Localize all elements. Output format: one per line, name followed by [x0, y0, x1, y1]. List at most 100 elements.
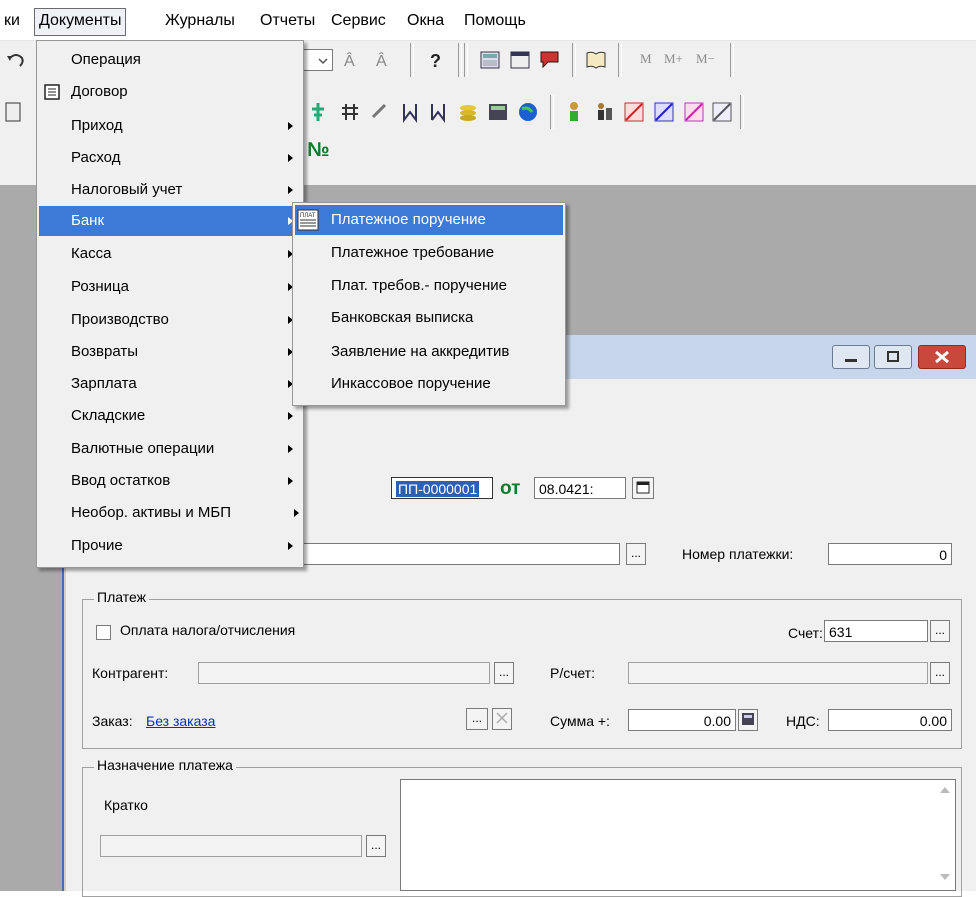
menu-item-help[interactable]: Помощь [460, 8, 530, 34]
menu-production[interactable]: Производство [39, 305, 301, 335]
menu-bar: ки Документы Журналы Отчеты Сервис Окна … [0, 0, 976, 41]
from-label: от [500, 478, 521, 499]
menu-bank[interactable]: Банк [39, 206, 301, 236]
close-icon [496, 712, 508, 724]
sum-label: Сумма +: [550, 713, 610, 729]
link-icon[interactable] [368, 100, 392, 124]
undo-icon[interactable] [4, 48, 28, 72]
brief-ellipsis[interactable]: ... [366, 835, 386, 857]
tree-icon[interactable] [306, 100, 330, 124]
branch-in-icon[interactable] [398, 100, 422, 124]
tax-payment-label: Оплата налога/отчисления [120, 622, 296, 638]
person-icon[interactable] [562, 100, 586, 124]
menu-item-reports[interactable]: Отчеты [256, 8, 319, 34]
menu-currency-operations[interactable]: Валютные операции [39, 434, 301, 464]
counterparty-ellipsis[interactable]: ... [494, 662, 514, 684]
document-number-field[interactable]: ПП-0000001 [391, 477, 493, 499]
menu-salary[interactable]: Зарплата [39, 369, 301, 399]
account-field[interactable]: 631 [824, 620, 928, 642]
payment-number-field[interactable]: 0 [828, 543, 952, 565]
menu-tax-accounting[interactable]: Налоговый учет [39, 175, 301, 205]
menu-income[interactable]: Приход [39, 111, 301, 141]
sum-field[interactable]: 0.00 [628, 709, 736, 731]
submenu-arrow-icon [288, 154, 293, 162]
toolbar-combo[interactable] [303, 49, 333, 71]
menu-item-documents[interactable]: Документы [34, 8, 127, 36]
globe-icon[interactable] [516, 100, 540, 124]
menu-returns[interactable]: Возвраты [39, 337, 301, 367]
grid-icon[interactable] [338, 100, 362, 124]
sum-calculator-button[interactable] [738, 709, 758, 731]
toolbar-separator [458, 43, 462, 77]
order-ellipsis[interactable]: ... [466, 708, 488, 730]
menu-opening-balances[interactable]: Ввод остатков [39, 466, 301, 496]
menu-retail[interactable]: Розница [39, 272, 301, 302]
date-picker-button[interactable] [632, 477, 654, 499]
restore-button[interactable] [874, 345, 912, 369]
svg-text:?: ? [430, 51, 441, 71]
menu-item-journals[interactable]: Журналы [161, 8, 239, 34]
menu-non-current-assets[interactable]: Необор. активы и МБП [39, 498, 301, 528]
top-select-ellipsis[interactable]: ... [626, 543, 646, 565]
menu-warehouse[interactable]: Складские [39, 401, 301, 431]
cash-register-icon[interactable] [486, 100, 510, 124]
book-icon[interactable] [584, 48, 608, 72]
purpose-group-label: Назначение платежа [94, 757, 236, 773]
doc-icon[interactable] [2, 100, 26, 124]
submenu-bank-statement[interactable]: Банковская выписка [295, 303, 563, 333]
order-link[interactable]: Без заказа [146, 713, 215, 729]
chart-a-icon[interactable] [622, 100, 646, 124]
calculator-icon[interactable] [478, 48, 502, 72]
menu-contract[interactable]: Договор [39, 77, 301, 107]
menu-item-partial[interactable]: ки [0, 8, 24, 34]
menu-other[interactable]: Прочие [39, 531, 301, 561]
chart-b-icon[interactable] [652, 100, 676, 124]
submenu-collection-order[interactable]: Инкассовое поручение [295, 369, 563, 399]
help-icon[interactable]: ? [424, 48, 448, 72]
toolbar-separator [464, 43, 468, 77]
chevron-down-icon [318, 58, 328, 65]
account-label: Счет: [788, 625, 823, 641]
window-controls [832, 345, 968, 369]
chat-icon[interactable] [538, 48, 562, 72]
menu-expense[interactable]: Расход [39, 143, 301, 173]
chart-c-icon[interactable] [682, 100, 706, 124]
minimize-button[interactable] [832, 345, 870, 369]
brief-field[interactable] [100, 835, 362, 857]
vat-field[interactable]: 0.00 [828, 709, 952, 731]
calendar-icon [636, 481, 650, 494]
coins-icon[interactable] [456, 100, 480, 124]
menu-item-service[interactable]: Сервис [327, 8, 390, 34]
submenu-arrow-icon [288, 445, 293, 453]
rs-ellipsis[interactable]: ... [930, 662, 950, 684]
svg-text:Â: Â [344, 51, 355, 70]
submenu-arrow-icon [288, 122, 293, 130]
calculator-icon [742, 713, 754, 725]
menu-item-windows[interactable]: Окна [403, 8, 448, 34]
menu-operation[interactable]: Операция [39, 45, 301, 75]
chart-d-icon[interactable] [710, 100, 734, 124]
account-ellipsis[interactable]: ... [930, 620, 950, 642]
replace-icon[interactable]: Â [372, 48, 396, 72]
people-icon[interactable] [592, 100, 616, 124]
order-clear-button[interactable] [492, 708, 512, 730]
tax-payment-checkbox[interactable] [96, 625, 111, 640]
menu-cash[interactable]: Касса [39, 239, 301, 269]
rs-field[interactable] [628, 662, 928, 684]
payment-number-label: Номер платежки: [682, 546, 794, 562]
purpose-textarea[interactable] [400, 779, 956, 891]
scrollbar-arrows[interactable] [939, 784, 951, 884]
memory-minus-button[interactable]: M− [696, 51, 715, 67]
submenu-payment-order[interactable]: ПЛАТ Платежное поручение [295, 205, 563, 235]
date-field[interactable]: 08.0421: [534, 477, 626, 499]
submenu-request-order[interactable]: Плат. требов.- поручение [295, 271, 563, 301]
submenu-payment-request[interactable]: Платежное требование [295, 238, 563, 268]
memory-plus-button[interactable]: M+ [664, 51, 683, 67]
memory-m-button[interactable]: M [640, 51, 652, 67]
branch-out-icon[interactable] [426, 100, 450, 124]
counterparty-field[interactable] [198, 662, 490, 684]
submenu-letter-of-credit[interactable]: Заявление на аккредитив [295, 337, 563, 367]
close-button[interactable] [918, 345, 966, 369]
find-icon[interactable]: Â [340, 48, 364, 72]
calendar-icon[interactable] [508, 48, 532, 72]
